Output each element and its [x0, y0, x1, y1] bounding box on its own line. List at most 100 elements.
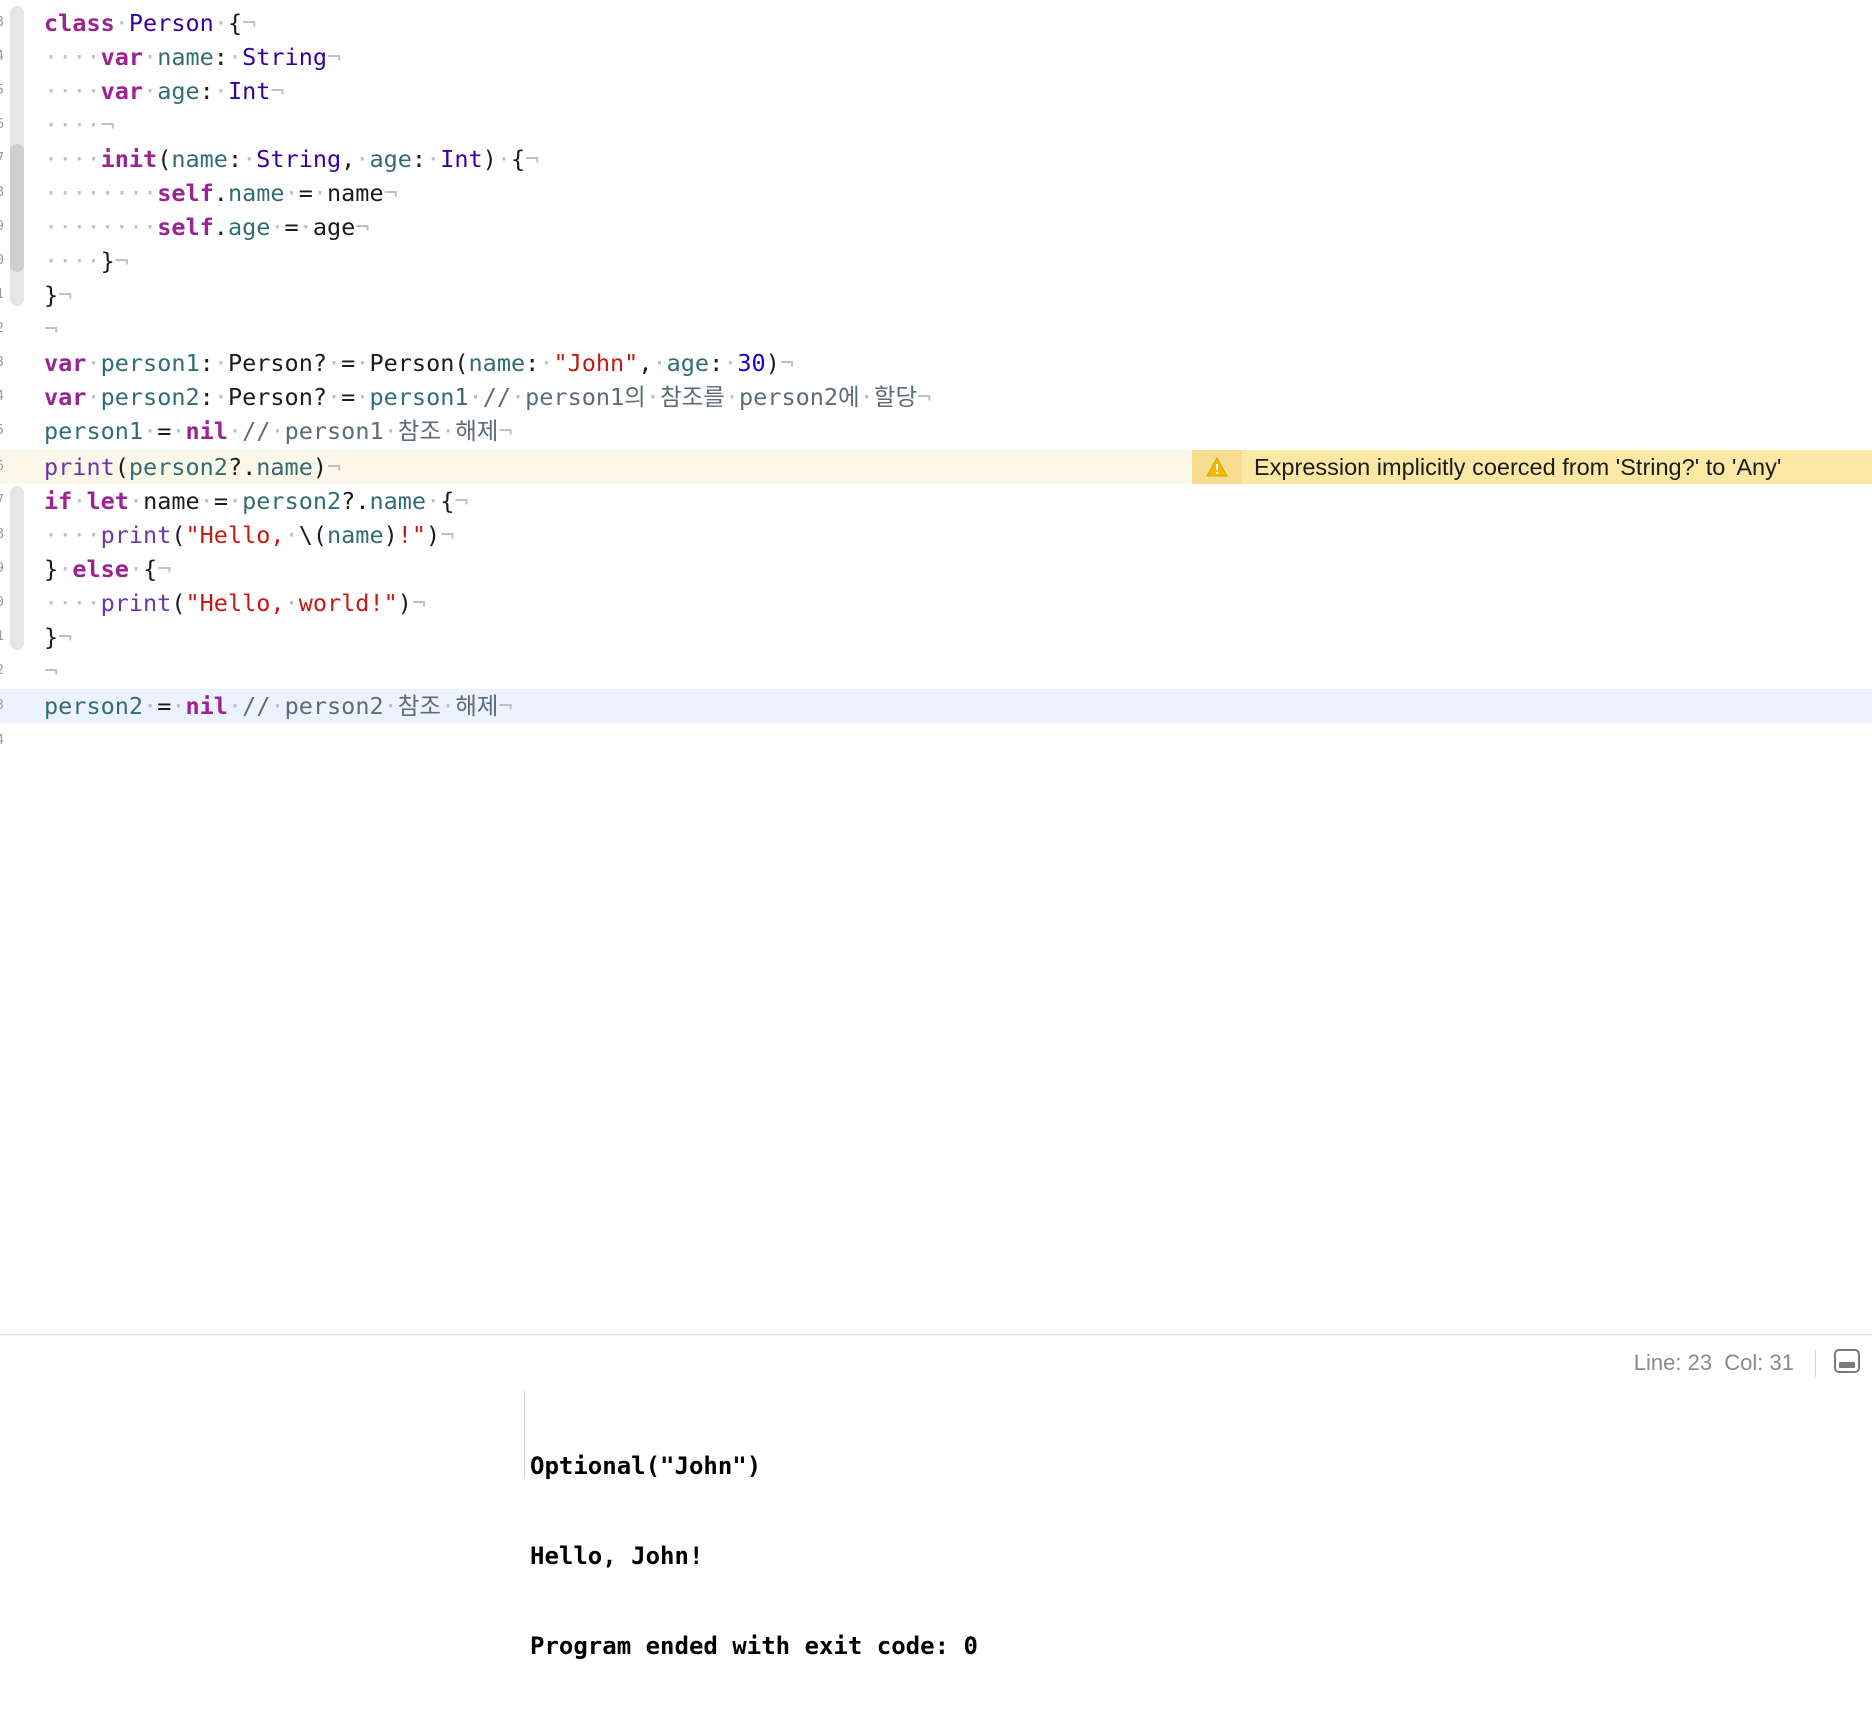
code-line[interactable]: 5 person1·=·nil·//·person1·참조·해제¬	[0, 414, 1872, 448]
code-token: age	[157, 77, 200, 105]
code-line[interactable]: 6 ····¬	[0, 108, 1872, 142]
code-editor[interactable]: 3 class·Person·{¬ 4 ····var·name:·String¬ 5 ·…	[0, 0, 1872, 1334]
code-line[interactable]: 8 ········self.name·=·name¬	[0, 176, 1872, 210]
console-line: Optional("John")	[530, 1452, 762, 1480]
code-line[interactable]: 2 ¬	[0, 312, 1872, 346]
code-token: ·	[128, 487, 144, 515]
code-token: )	[765, 349, 780, 377]
code-token: "John"	[553, 349, 639, 377]
line-number: 9	[0, 561, 4, 576]
code-token: ·	[859, 383, 874, 411]
code-line[interactable]: 9 ········self.age·=·age¬	[0, 210, 1872, 244]
code-line[interactable]: 4 ····var·name:·String¬	[0, 40, 1872, 74]
code-token: ¬	[498, 417, 513, 445]
code-token: name	[369, 487, 427, 515]
code-token: String	[242, 43, 327, 71]
code-token: ·	[270, 213, 285, 241]
code-token: ·	[171, 417, 186, 445]
code-token: \(	[298, 521, 327, 549]
code-token: //	[242, 692, 271, 720]
code-token: ·	[496, 145, 511, 173]
warning-triangle-icon	[1192, 450, 1242, 484]
code-line[interactable]: 0 ····print("Hello,·world!")¬	[0, 586, 1872, 620]
code-token: ¬	[327, 453, 342, 481]
code-token: {	[227, 9, 243, 37]
code-text: ········self.age·=·age¬	[44, 210, 369, 244]
code-token: .	[213, 213, 228, 241]
code-token: )	[397, 589, 412, 617]
code-token: person2	[100, 383, 200, 411]
code-token: age	[312, 213, 356, 241]
code-token: ¬	[411, 589, 427, 617]
code-line[interactable]: 0 ····}¬	[0, 244, 1872, 278]
console-line: Program ended with exit code: 0	[530, 1632, 978, 1660]
code-token: ·	[242, 145, 257, 173]
code-token: }	[44, 623, 59, 651]
code-token: (	[171, 589, 186, 617]
code-token: }	[44, 281, 59, 309]
line-number: 8	[0, 527, 4, 542]
code-token: ····¬	[44, 111, 115, 139]
code-token: Int	[440, 145, 483, 173]
code-token: ¬	[383, 179, 398, 207]
code-line[interactable]: 3 var·person1:·Person?·=·Person(name:·"Jo…	[0, 346, 1872, 380]
code-text: ¬	[44, 312, 58, 346]
line-col-indicator: Line: 23 Col: 31	[1633, 1350, 1794, 1375]
code-token: ·	[284, 179, 299, 207]
code-token: :	[709, 349, 724, 377]
code-token: ·	[441, 417, 456, 445]
code-line[interactable]: 7 if·let·name·=·person2?.name·{¬	[0, 484, 1872, 518]
code-token: ¬	[440, 521, 455, 549]
code-line[interactable]: 1}¬	[0, 620, 1872, 654]
code-token: print	[100, 589, 172, 617]
line-number: 5	[0, 423, 4, 438]
code-line[interactable]: 7 ····init(name:·String,·age:·Int)·{¬	[0, 142, 1872, 176]
code-text: ····¬	[44, 108, 115, 142]
code-token: ·	[539, 349, 554, 377]
line-number: 3	[0, 355, 4, 370]
code-line[interactable]: 4	[0, 724, 1872, 758]
code-token: person2	[128, 453, 228, 481]
code-text: ····init(name:·String,·age:·Int)·{¬	[44, 142, 539, 176]
code-line[interactable]: 5 ····var·age:·Int¬	[0, 74, 1872, 108]
code-token: ········	[44, 213, 158, 241]
code-line[interactable]: 3 class·Person·{¬	[0, 6, 1872, 40]
code-token: {	[143, 555, 158, 583]
warning-banner[interactable]: Expression implicitly coerced from 'Stri…	[1192, 450, 1872, 484]
code-token: ·	[227, 692, 243, 720]
code-token: var	[44, 383, 87, 411]
console-toggle-icon[interactable]	[1834, 1349, 1860, 1373]
line-number: 3	[0, 15, 4, 30]
code-line[interactable]: 4 var·person2:·Person?·=·person1·//·perso…	[0, 380, 1872, 414]
console-output[interactable]: Optional("John") Hello, John! Program en…	[530, 1391, 978, 1721]
code-token: self	[157, 213, 214, 241]
code-token: ·	[270, 692, 285, 720]
code-token: name	[327, 179, 384, 207]
code-line[interactable]: 1}¬	[0, 278, 1872, 312]
code-token: :	[199, 77, 214, 105]
code-token: ·	[284, 521, 299, 549]
code-token: var	[100, 77, 144, 105]
line-number: 6	[0, 459, 4, 474]
code-token: ·	[355, 383, 370, 411]
code-line[interactable]: 2 ¬	[0, 654, 1872, 688]
code-token: self	[157, 179, 214, 207]
code-token: ·	[171, 692, 186, 720]
code-token: =	[157, 692, 172, 720]
code-token: ·	[128, 555, 144, 583]
code-line[interactable]: 3 person2·=·nil·//·person2·참조·해제¬	[0, 689, 1872, 723]
code-token: "Hello,	[185, 589, 285, 617]
code-token: ¬	[498, 692, 513, 720]
code-token: ·	[327, 349, 342, 377]
variables-pane	[0, 1391, 525, 1478]
code-text: person2·=·nil·//·person2·참조·해제¬	[44, 689, 513, 723]
code-line[interactable]: 8 ····print("Hello,·\(name)!")¬	[0, 518, 1872, 552]
code-line[interactable]: 9}·else·{¬	[0, 552, 1872, 586]
code-text: }¬	[44, 620, 72, 654]
code-token: var	[100, 43, 144, 71]
console-area: Optional("John") Hello, John! Program en…	[0, 1391, 1872, 1660]
code-token: ?.	[227, 453, 257, 481]
code-token: )	[482, 145, 497, 173]
code-token: print	[100, 521, 172, 549]
code-token: ·	[227, 43, 243, 71]
